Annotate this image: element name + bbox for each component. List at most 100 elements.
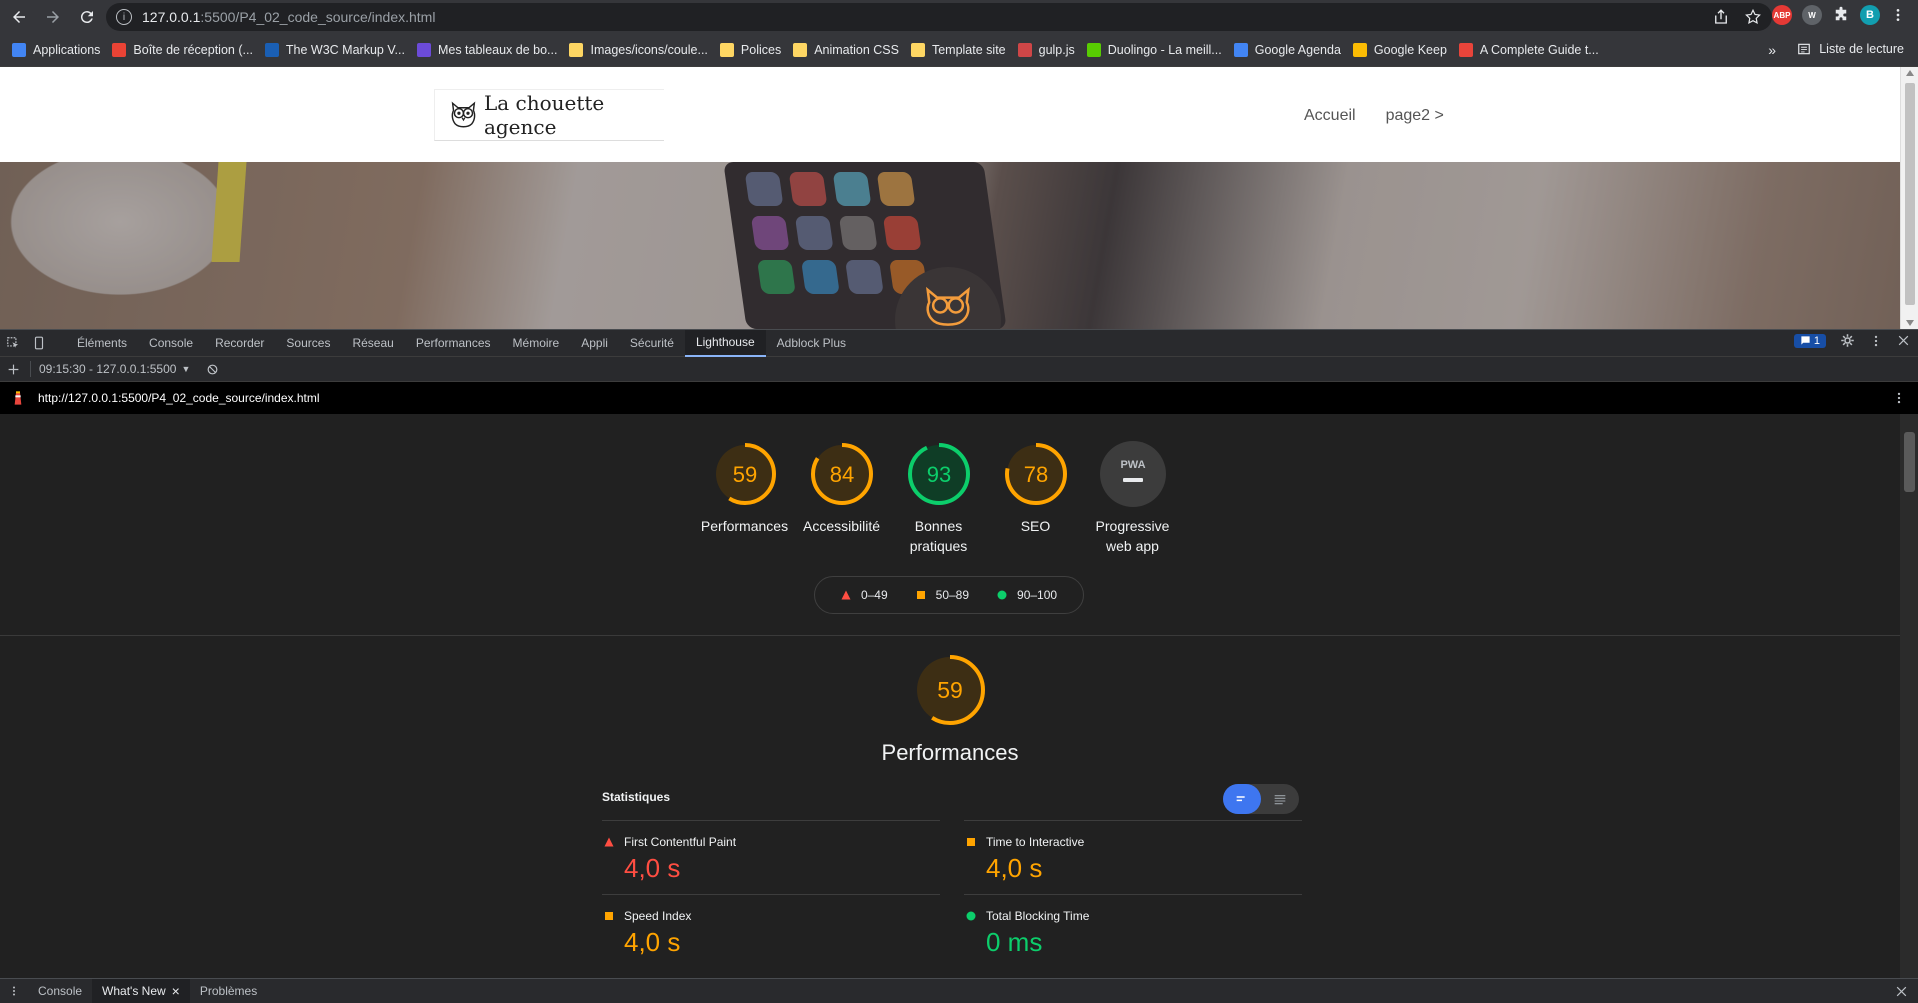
bookmark-item[interactable]: A Complete Guide t...	[1458, 43, 1599, 57]
bookmark-star-icon[interactable]	[1744, 8, 1762, 26]
bookmark-item[interactable]: Images/icons/coule...	[569, 43, 708, 57]
bookmark-item[interactable]: Template site	[910, 43, 1006, 57]
w-extension-icon[interactable]: W	[1802, 5, 1822, 25]
bookmark-item[interactable]: Polices	[719, 43, 781, 57]
new-report-button[interactable]	[0, 356, 26, 383]
score-gauge[interactable]: PWA Progressive web app	[1093, 440, 1172, 556]
bookmark-item[interactable]: Duolingo - La meill...	[1086, 43, 1222, 57]
report-url[interactable]: http://127.0.0.1:5500/P4_02_code_source/…	[38, 391, 320, 405]
score-gauge[interactable]: 59 Performances	[701, 440, 788, 556]
performance-category-gauge[interactable]: 59	[914, 654, 986, 726]
metric-value: 0 ms	[986, 927, 1043, 957]
report-scrollbar-thumb[interactable]	[1904, 432, 1915, 492]
bookmark-item[interactable]: gulp.js	[1017, 43, 1075, 57]
back-button[interactable]	[4, 2, 34, 32]
bookmark-label: A Complete Guide t...	[1479, 43, 1599, 57]
gauge-label: SEO	[1020, 518, 1051, 534]
bookmark-item[interactable]: Applications	[12, 43, 100, 57]
message-icon	[1801, 336, 1810, 345]
devtools-tab[interactable]: Appli	[570, 330, 619, 357]
score-gauge[interactable]: 93 Bonnes pratiques	[899, 440, 978, 556]
devtools-tab[interactable]: Éléments	[66, 330, 138, 357]
devtools-tab[interactable]: Sources	[275, 330, 341, 357]
score-gauge[interactable]: 84 Accessibilité	[802, 440, 881, 556]
devtools-menu-icon[interactable]	[1869, 334, 1883, 348]
drawer-tab[interactable]: Problèmes	[190, 979, 267, 1003]
bookmark-item[interactable]: Google Agenda	[1233, 43, 1341, 57]
close-tab-icon[interactable]: ×	[172, 983, 180, 999]
metric-name: Time to Interactive	[986, 835, 1085, 849]
reload-icon	[80, 11, 93, 24]
page-scrollbar[interactable]	[1900, 67, 1918, 329]
score-gauge[interactable]: 78 SEO	[996, 440, 1075, 556]
chevron-down-icon[interactable]: ▼	[181, 364, 190, 374]
share-icon[interactable]	[1712, 8, 1730, 26]
bookmark-item[interactable]: Boîte de réception (...	[112, 43, 253, 57]
metric-value: 4,0 s	[986, 853, 1043, 883]
devtools-tab[interactable]: Lighthouse	[684, 329, 766, 357]
metrics-view-toggle[interactable]	[1223, 784, 1299, 814]
bookmark-favicon-icon	[112, 43, 127, 57]
reload-button[interactable]	[72, 2, 102, 32]
devtools-tab[interactable]: Sécurité	[619, 330, 685, 357]
adblock-extension-icon[interactable]: ABP	[1772, 5, 1792, 25]
inspect-element-button[interactable]	[0, 330, 26, 357]
devtools-tab[interactable]: Console	[138, 330, 204, 357]
gauge-score: 59	[732, 462, 756, 487]
drawer-tab[interactable]: What's New ×	[92, 979, 190, 1003]
devtools-tab[interactable]: Recorder	[204, 330, 275, 357]
nav-link-page2[interactable]: page2 >	[1386, 107, 1444, 125]
close-drawer-icon[interactable]	[1895, 985, 1908, 998]
bookmarks-overflow-button[interactable]: »	[1768, 42, 1776, 58]
expanded-view-button[interactable]	[1261, 784, 1299, 814]
page-scrollbar-thumb[interactable]	[1905, 83, 1915, 305]
browser-menu-icon[interactable]	[1890, 7, 1906, 23]
bookmark-label: Boîte de réception (...	[133, 43, 253, 57]
reading-list-button[interactable]: Liste de lecture	[1797, 42, 1904, 56]
forward-button[interactable]	[38, 2, 68, 32]
report-menu-icon[interactable]	[1892, 391, 1906, 405]
device-toolbar-button[interactable]	[26, 330, 52, 357]
address-bar[interactable]: i 127.0.0.1:5500/P4_02_code_source/index…	[106, 3, 1772, 31]
site-logo[interactable]: La chouette agence	[434, 89, 664, 141]
device-icon	[34, 336, 44, 350]
reading-list-icon	[1798, 43, 1811, 55]
devtools-tab[interactable]: Adblock Plus	[766, 330, 857, 357]
bookmark-label: Duolingo - La meill...	[1107, 43, 1222, 57]
bookmark-favicon-icon	[793, 43, 808, 57]
expanded-list-icon	[1274, 795, 1286, 805]
devtools-tab[interactable]: Réseau	[341, 330, 404, 357]
clear-reports-icon[interactable]	[206, 363, 219, 376]
metric-item[interactable]: Time to Interactive 4,0 s	[964, 820, 1302, 894]
settings-gear-icon[interactable]	[1840, 333, 1855, 348]
lighthouse-logo-icon	[14, 391, 22, 405]
gauge-ring: 59	[713, 443, 776, 505]
nav-link-home[interactable]: Accueil	[1304, 107, 1356, 125]
bookmark-favicon-icon	[1017, 43, 1032, 57]
bookmark-item[interactable]: Google Keep	[1352, 43, 1447, 57]
compact-view-button[interactable]	[1223, 784, 1261, 814]
close-devtools-icon[interactable]	[1897, 334, 1910, 347]
devtools-tab[interactable]: Performances	[405, 330, 502, 357]
profile-avatar[interactable]: B	[1860, 5, 1880, 25]
bookmark-item[interactable]: Mes tableaux de bo...	[416, 43, 557, 57]
drawer-menu-icon[interactable]	[8, 985, 20, 997]
issues-badge[interactable]: 1	[1793, 333, 1826, 348]
metric-item[interactable]: First Contentful Paint 4,0 s	[602, 820, 940, 894]
hero-image	[0, 162, 1900, 329]
bookmark-item[interactable]: The W3C Markup V...	[264, 43, 405, 57]
bookmark-label: Template site	[931, 43, 1006, 57]
bookmark-item[interactable]: Animation CSS	[793, 43, 899, 57]
extensions-puzzle-icon[interactable]	[1832, 6, 1850, 24]
drawer-tab[interactable]: Console	[28, 979, 92, 1003]
report-selector[interactable]: 09:15:30 - 127.0.0.1:5500	[39, 362, 176, 376]
pwa-badge-text: PWA	[1120, 459, 1145, 471]
circle-icon	[966, 911, 976, 921]
bookmarks-bar: Applications Boîte de réception (... The W…	[0, 34, 1918, 67]
bookmark-label: Applications	[33, 43, 101, 57]
report-scrollbar[interactable]	[1900, 414, 1918, 978]
devtools-tab[interactable]: Mémoire	[502, 330, 571, 357]
site-info-icon[interactable]: i	[116, 9, 132, 25]
metric-item[interactable]: Total Blocking Time 0 ms	[964, 894, 1302, 968]
metric-item[interactable]: Speed Index 4,0 s	[602, 894, 940, 968]
